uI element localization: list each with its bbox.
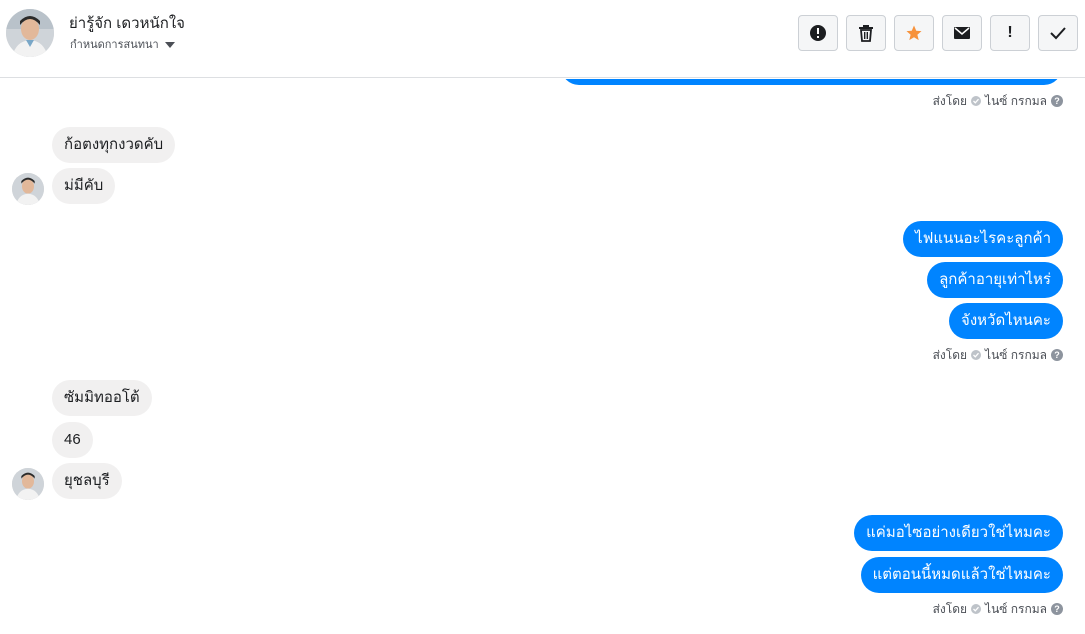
contact-avatar-small[interactable] xyxy=(12,173,44,205)
message-bubble-outgoing[interactable]: ไฟแนนอะไรคะลูกค้า xyxy=(903,221,1063,257)
sent-by-line: ส่งโดย ไนซ์ กรกมล ? xyxy=(933,601,1063,617)
mark-done-button[interactable] xyxy=(1038,15,1078,51)
sent-by-label: ส่งโดย xyxy=(932,93,968,108)
star-button[interactable] xyxy=(894,15,934,51)
message-bubble-incoming[interactable]: ซัมมิทออโต้ xyxy=(52,380,152,416)
seen-check-icon xyxy=(971,96,982,106)
contact-avatar[interactable] xyxy=(6,9,54,57)
message-thread[interactable]: ส่งโดย ไนซ์ กรกมล ? ก้อตงทุกงวดคับ ม่มีค… xyxy=(0,79,1085,634)
sent-by-label: ส่งโดย xyxy=(932,347,968,362)
message-bubble-outgoing[interactable]: ลูกค้าอายุเท่าไหร่ xyxy=(927,262,1063,298)
sent-by-label: ส่งโดย xyxy=(932,601,968,616)
help-icon[interactable]: ? xyxy=(1051,603,1063,615)
help-icon[interactable]: ? xyxy=(1051,95,1063,107)
help-icon[interactable]: ? xyxy=(1051,349,1063,361)
message-bubble-incoming[interactable]: ก้อตงทุกงวดคับ xyxy=(52,127,176,163)
message-bubble-outgoing[interactable]: จังหวัดไหนคะ xyxy=(949,303,1063,339)
conversation-header: ย่ารู้จัก เดวหนักใจ กำหนดการสนทนา ! xyxy=(0,0,1085,78)
sent-by-line: ส่งโดย ไนซ์ กรกมล ? xyxy=(933,347,1063,363)
star-icon xyxy=(906,25,922,41)
contact-name[interactable]: ย่ารู้จัก เดวหนักใจ xyxy=(69,11,185,35)
contact-avatar-small[interactable] xyxy=(12,468,44,500)
mark-unread-button[interactable] xyxy=(942,15,982,51)
caret-down-icon xyxy=(164,41,175,48)
exclamation-icon: ! xyxy=(1007,24,1013,41)
message-bubble-outgoing[interactable]: แต่ตอนนี้หมดแล้วใช่ไหมคะ xyxy=(860,557,1063,593)
assign-conversation-label: กำหนดการสนทนา xyxy=(70,39,159,51)
message-bubble-outgoing[interactable]: แค่มอไซอย่างเดียวใช่ไหมคะ xyxy=(854,515,1063,551)
conversation-toolbar: ! xyxy=(798,15,1078,51)
seen-check-icon xyxy=(971,604,982,614)
delete-button[interactable] xyxy=(846,15,886,51)
trash-icon xyxy=(859,25,873,42)
message-bubble-incoming[interactable]: 46 xyxy=(52,422,93,458)
message-bubble-incoming[interactable]: ม่มีคับ xyxy=(52,168,116,204)
seen-check-icon xyxy=(971,350,982,360)
message-bubble-incoming[interactable]: ยุชลบุรี xyxy=(52,463,122,499)
sender-name: ไนซ์ กรกมล xyxy=(985,347,1047,362)
message-bubble-outgoing-partial xyxy=(561,79,1062,85)
sent-by-line: ส่งโดย ไนซ์ กรกมล ? xyxy=(933,93,1063,109)
check-icon xyxy=(1050,27,1066,40)
assign-conversation-dropdown[interactable]: กำหนดการสนทนา xyxy=(70,35,175,53)
sender-name: ไนซ์ กรกมล xyxy=(985,93,1047,108)
sender-name: ไนซ์ กรกมล xyxy=(985,601,1047,616)
alert-circle-icon xyxy=(810,25,826,41)
spam-button[interactable] xyxy=(798,15,838,51)
envelope-icon xyxy=(954,27,970,39)
follow-up-button[interactable]: ! xyxy=(990,15,1030,51)
